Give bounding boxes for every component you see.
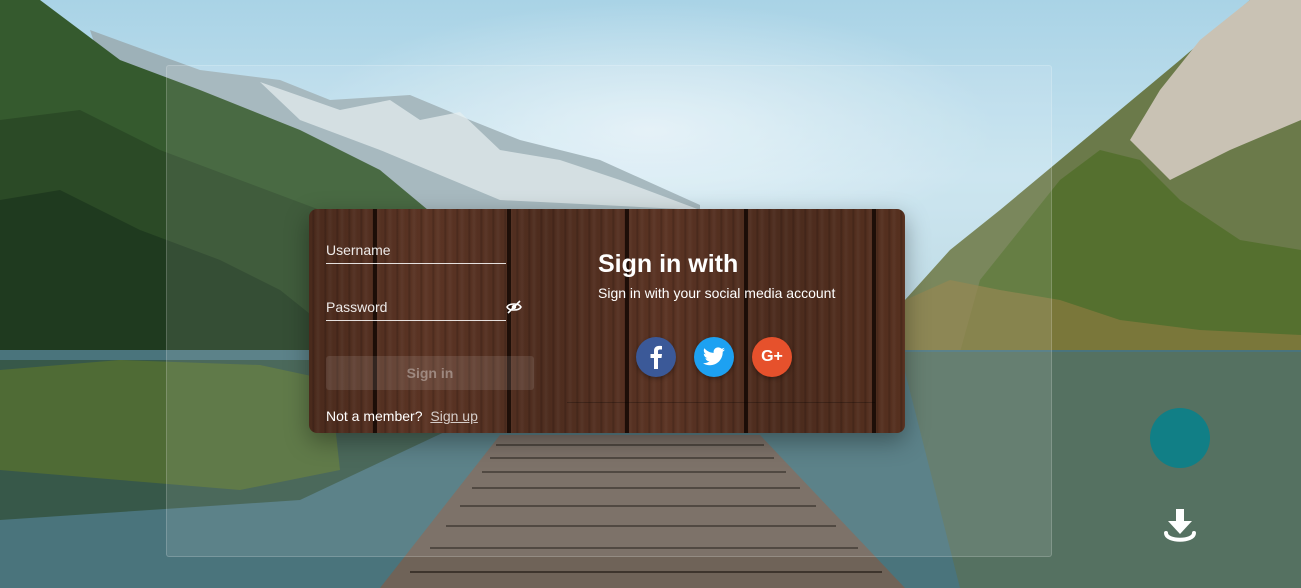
- background-scene: Sign in Not a member? Sign up Sign in wi…: [0, 0, 1301, 588]
- plank-gap: [872, 209, 876, 433]
- download-icon[interactable]: [1163, 507, 1197, 547]
- sign-in-button[interactable]: Sign in: [326, 356, 534, 390]
- password-field: [326, 294, 522, 321]
- facebook-button[interactable]: [636, 337, 676, 377]
- google-plus-button[interactable]: G+: [752, 337, 792, 377]
- member-prompt-text: Not a member?: [326, 408, 423, 424]
- social-title: Sign in with: [598, 250, 739, 278]
- google-plus-icon: G+: [761, 348, 783, 365]
- username-field: [326, 237, 506, 264]
- facebook-icon: [650, 345, 662, 369]
- plank-gap: [744, 209, 748, 433]
- sign-up-link[interactable]: Sign up: [430, 408, 477, 424]
- plank-gap: [625, 209, 629, 433]
- social-subtitle: Sign in with your social media account: [598, 285, 836, 301]
- eye-off-icon[interactable]: [506, 300, 522, 314]
- username-input[interactable]: [326, 237, 506, 263]
- login-card: Sign in Not a member? Sign up Sign in wi…: [309, 209, 905, 433]
- signup-prompt: Not a member? Sign up: [326, 408, 478, 424]
- twitter-button[interactable]: [694, 337, 734, 377]
- twitter-icon: [703, 347, 725, 366]
- social-divider: [567, 402, 875, 403]
- password-input[interactable]: [326, 294, 506, 320]
- plank-gap: [507, 209, 511, 433]
- floating-action-button[interactable]: [1150, 408, 1210, 468]
